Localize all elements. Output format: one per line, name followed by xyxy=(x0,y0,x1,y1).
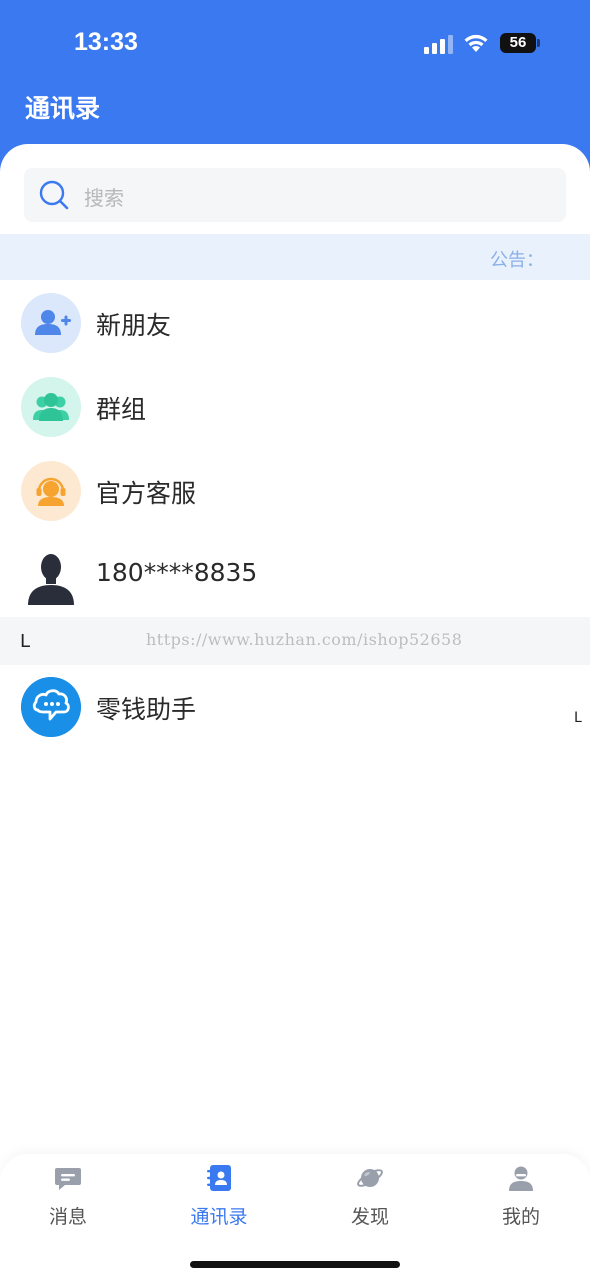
cellular-signal-icon xyxy=(424,34,454,54)
contact-label: 零钱助手 xyxy=(96,695,197,724)
wallet-assistant-row[interactable]: 零钱助手 xyxy=(0,665,590,749)
page-title: 通讯录 xyxy=(25,94,101,123)
planet-icon xyxy=(357,1169,383,1187)
wallet-assistant-icon xyxy=(21,677,81,737)
tab-label: 发现 xyxy=(350,1206,389,1228)
user-silhouette-avatar xyxy=(21,545,81,605)
groups-row[interactable]: 群组 xyxy=(0,365,590,449)
group-icon xyxy=(21,377,81,437)
index-letter-l[interactable]: L xyxy=(574,710,582,726)
tab-discover[interactable]: 发现 xyxy=(320,1160,420,1230)
home-indicator[interactable] xyxy=(190,1261,400,1268)
new-friends-row[interactable]: 新朋友 xyxy=(0,281,590,365)
watermark-text: https://www.huzhan.com/ishop52658 xyxy=(146,630,463,649)
tab-profile[interactable]: 我的 xyxy=(471,1160,571,1230)
add-friend-icon xyxy=(21,293,81,353)
contact-label: 官方客服 xyxy=(96,479,197,508)
notice-label: 公告： xyxy=(490,250,544,271)
tab-contacts[interactable]: 通讯录 xyxy=(169,1160,269,1230)
search-placeholder: 搜索 xyxy=(84,186,124,210)
tab-label: 我的 xyxy=(501,1206,540,1228)
tab-messages[interactable]: 消息 xyxy=(18,1160,118,1230)
contact-label: 群组 xyxy=(96,395,147,424)
contact-row-180[interactable]: 180****8835 xyxy=(0,533,590,617)
contacts-icon xyxy=(207,1165,231,1191)
contact-label: 180****8835 xyxy=(96,558,258,587)
tab-label: 通讯录 xyxy=(190,1206,248,1228)
status-time: 13:33 xyxy=(74,28,138,56)
section-header: L https://www.huzhan.com/ishop52658 xyxy=(0,617,590,665)
wifi-icon xyxy=(464,34,488,52)
search-input[interactable]: 搜索 xyxy=(24,168,566,222)
contact-label: 新朋友 xyxy=(96,311,172,340)
section-letter: L xyxy=(20,631,31,652)
battery-tip xyxy=(537,39,540,47)
notice-bar[interactable]: 公告： xyxy=(0,234,590,280)
status-bar: 13:33 56 xyxy=(0,0,590,88)
tab-label: 消息 xyxy=(48,1206,87,1228)
battery-indicator: 56 xyxy=(500,33,536,53)
message-icon xyxy=(55,1168,81,1190)
search-icon xyxy=(39,180,69,210)
profile-icon xyxy=(509,1166,533,1191)
customer-service-row[interactable]: 官方客服 xyxy=(0,449,590,533)
customer-service-icon xyxy=(21,461,81,521)
